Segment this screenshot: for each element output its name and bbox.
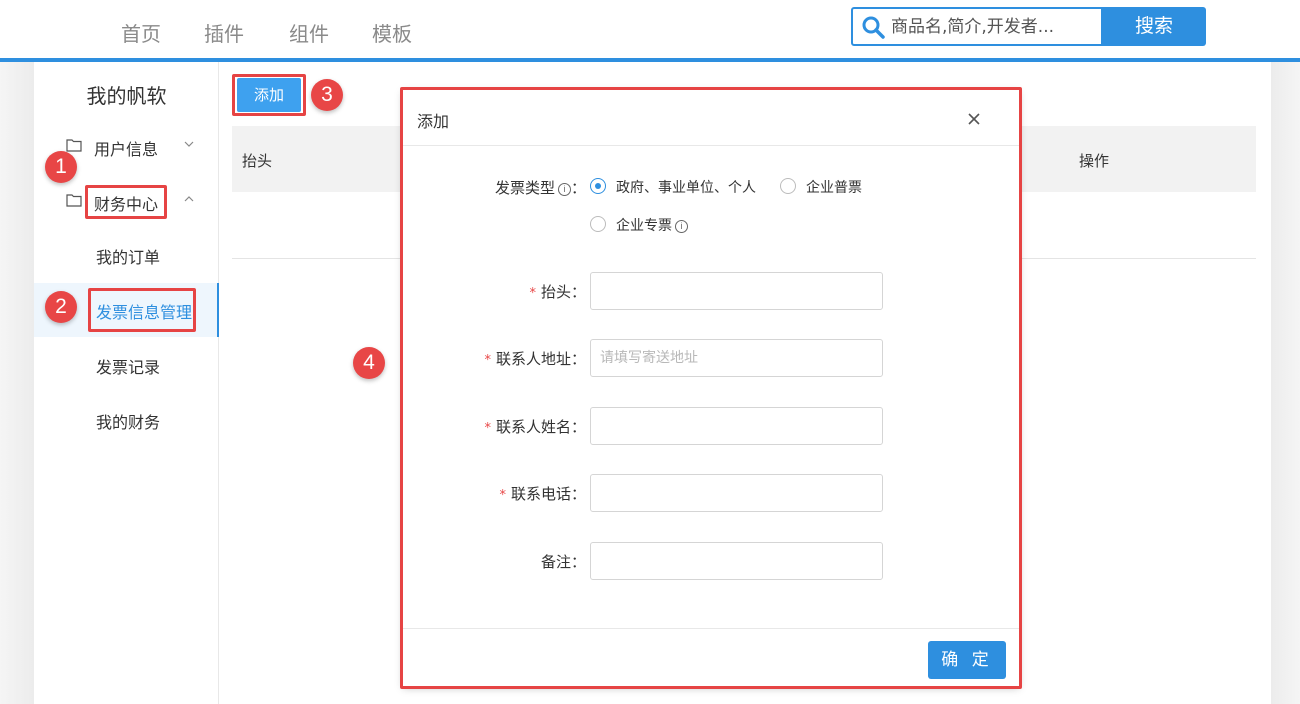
column-header-actions: 操作 [1079, 152, 1110, 170]
nav-components[interactable]: 组件 [289, 18, 329, 47]
search-input[interactable] [891, 13, 1096, 41]
top-nav: 首页 插件 组件 模板 搜索 [0, 0, 1300, 62]
nav-templates[interactable]: 模板 [372, 18, 412, 47]
nav-home[interactable]: 首页 [121, 18, 161, 47]
folder-icon [66, 139, 82, 152]
search-button[interactable]: 搜索 [1102, 7, 1206, 46]
search-icon [862, 16, 885, 39]
sidebar-item-label: 我的订单 [96, 248, 161, 267]
annotation-box-invoice-info [88, 288, 196, 332]
sidebar-item-invoice-records[interactable]: 发票记录 [34, 338, 219, 392]
annotation-box-dialog [400, 87, 1022, 689]
annotation-badge-4: 4 [353, 347, 385, 379]
sidebar-item-orders[interactable]: 我的订单 [34, 228, 219, 282]
annotation-badge-3: 3 [311, 79, 343, 111]
chevron-up-icon [184, 196, 194, 202]
chevron-down-icon [184, 141, 194, 147]
sidebar-group-label: 用户信息 [94, 140, 159, 159]
search-box [851, 7, 1103, 46]
annotation-badge-2: 2 [45, 291, 77, 323]
sidebar-title: 我的帆软 [86, 84, 167, 108]
nav-plugins[interactable]: 插件 [204, 18, 244, 47]
sidebar-item-label: 我的财务 [96, 413, 161, 432]
folder-icon [66, 194, 82, 207]
sidebar-item-label: 发票记录 [96, 358, 161, 377]
page-margin-left [0, 62, 34, 704]
sidebar-item-my-finance[interactable]: 我的财务 [34, 393, 219, 447]
page-margin-right [1271, 62, 1300, 704]
annotation-box-add [232, 74, 306, 116]
column-header-title: 抬头 [242, 152, 273, 170]
annotation-box-finance [85, 185, 167, 219]
annotation-badge-1: 1 [45, 151, 77, 183]
